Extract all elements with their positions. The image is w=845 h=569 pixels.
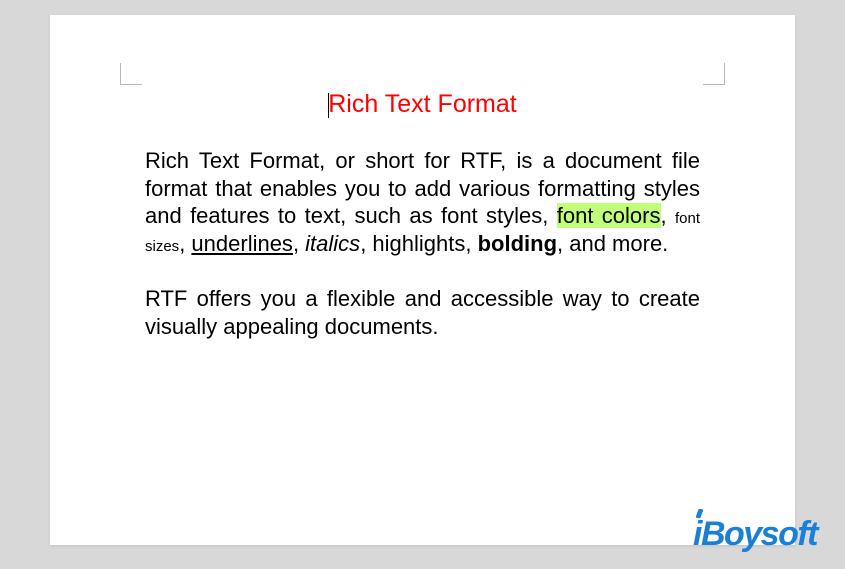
- title-text: Rich Text Format: [328, 90, 516, 118]
- paragraph-1: Rich Text Format, or short for RTF, is a…: [145, 147, 700, 257]
- font-colors-text: font colors: [557, 203, 661, 228]
- document-page: Rich Text Format Rich Text Format, or sh…: [50, 15, 795, 545]
- watermark-text: iBoysoft: [693, 515, 817, 553]
- document-title: Rich Text Format: [145, 90, 700, 119]
- italics-text: italics: [305, 231, 360, 256]
- paragraph-2: RTF offers you a flexible and accessible…: [145, 285, 700, 340]
- watermark-logo: iBoysoft: [693, 515, 817, 554]
- margin-marker-top-right: [703, 63, 725, 85]
- para1-outro: , and more.: [557, 231, 668, 256]
- document-content[interactable]: Rich Text Format Rich Text Format, or sh…: [50, 15, 795, 340]
- margin-marker-top-left: [120, 63, 142, 85]
- comma: ,: [661, 203, 675, 228]
- comma-highlights: , highlights,: [360, 231, 477, 256]
- underlines-text: underlines: [191, 231, 293, 256]
- comma: ,: [293, 231, 305, 256]
- comma: ,: [179, 231, 191, 256]
- bolding-text: bolding: [478, 231, 557, 256]
